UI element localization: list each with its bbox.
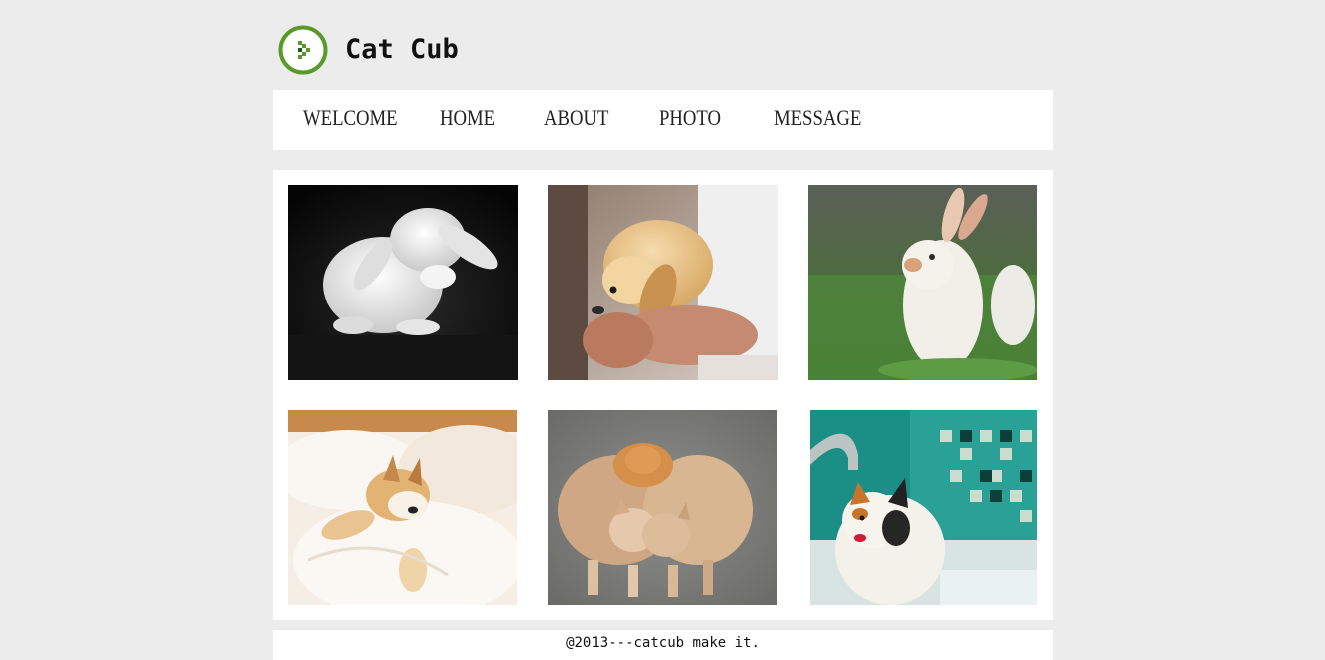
nav-item-about[interactable]: ABOUT xyxy=(544,105,608,131)
nav-item-photo[interactable]: PHOTO xyxy=(659,105,721,131)
photo-rabbit-grooming[interactable] xyxy=(288,185,518,380)
nav-item-home[interactable]: HOME xyxy=(440,105,495,131)
photo-cat-drinking[interactable] xyxy=(810,410,1037,605)
photo-cats-huddled[interactable] xyxy=(548,410,777,605)
photo-rabbit-in-grass[interactable] xyxy=(808,185,1037,380)
copyright-text: @2013---catcub make it. xyxy=(566,635,760,651)
photo-puppy-sleeping[interactable] xyxy=(288,410,517,605)
site-footer: @2013---catcub make it. xyxy=(273,630,1053,660)
nav-item-message[interactable]: MESSAGE xyxy=(774,105,861,131)
logo-icon[interactable] xyxy=(278,25,328,75)
nav-item-welcome[interactable]: WELCOME xyxy=(303,105,398,131)
page-container: Cat Cub WELCOME HOME ABOUT PHOTO MESSAGE xyxy=(273,0,1053,660)
site-header: Cat Cub xyxy=(273,0,1053,90)
main-nav: WELCOME HOME ABOUT PHOTO MESSAGE xyxy=(273,90,1053,150)
photo-puppy-in-hands[interactable] xyxy=(548,185,778,380)
site-title[interactable]: Cat Cub xyxy=(345,34,459,65)
photo-gallery xyxy=(273,170,1053,620)
